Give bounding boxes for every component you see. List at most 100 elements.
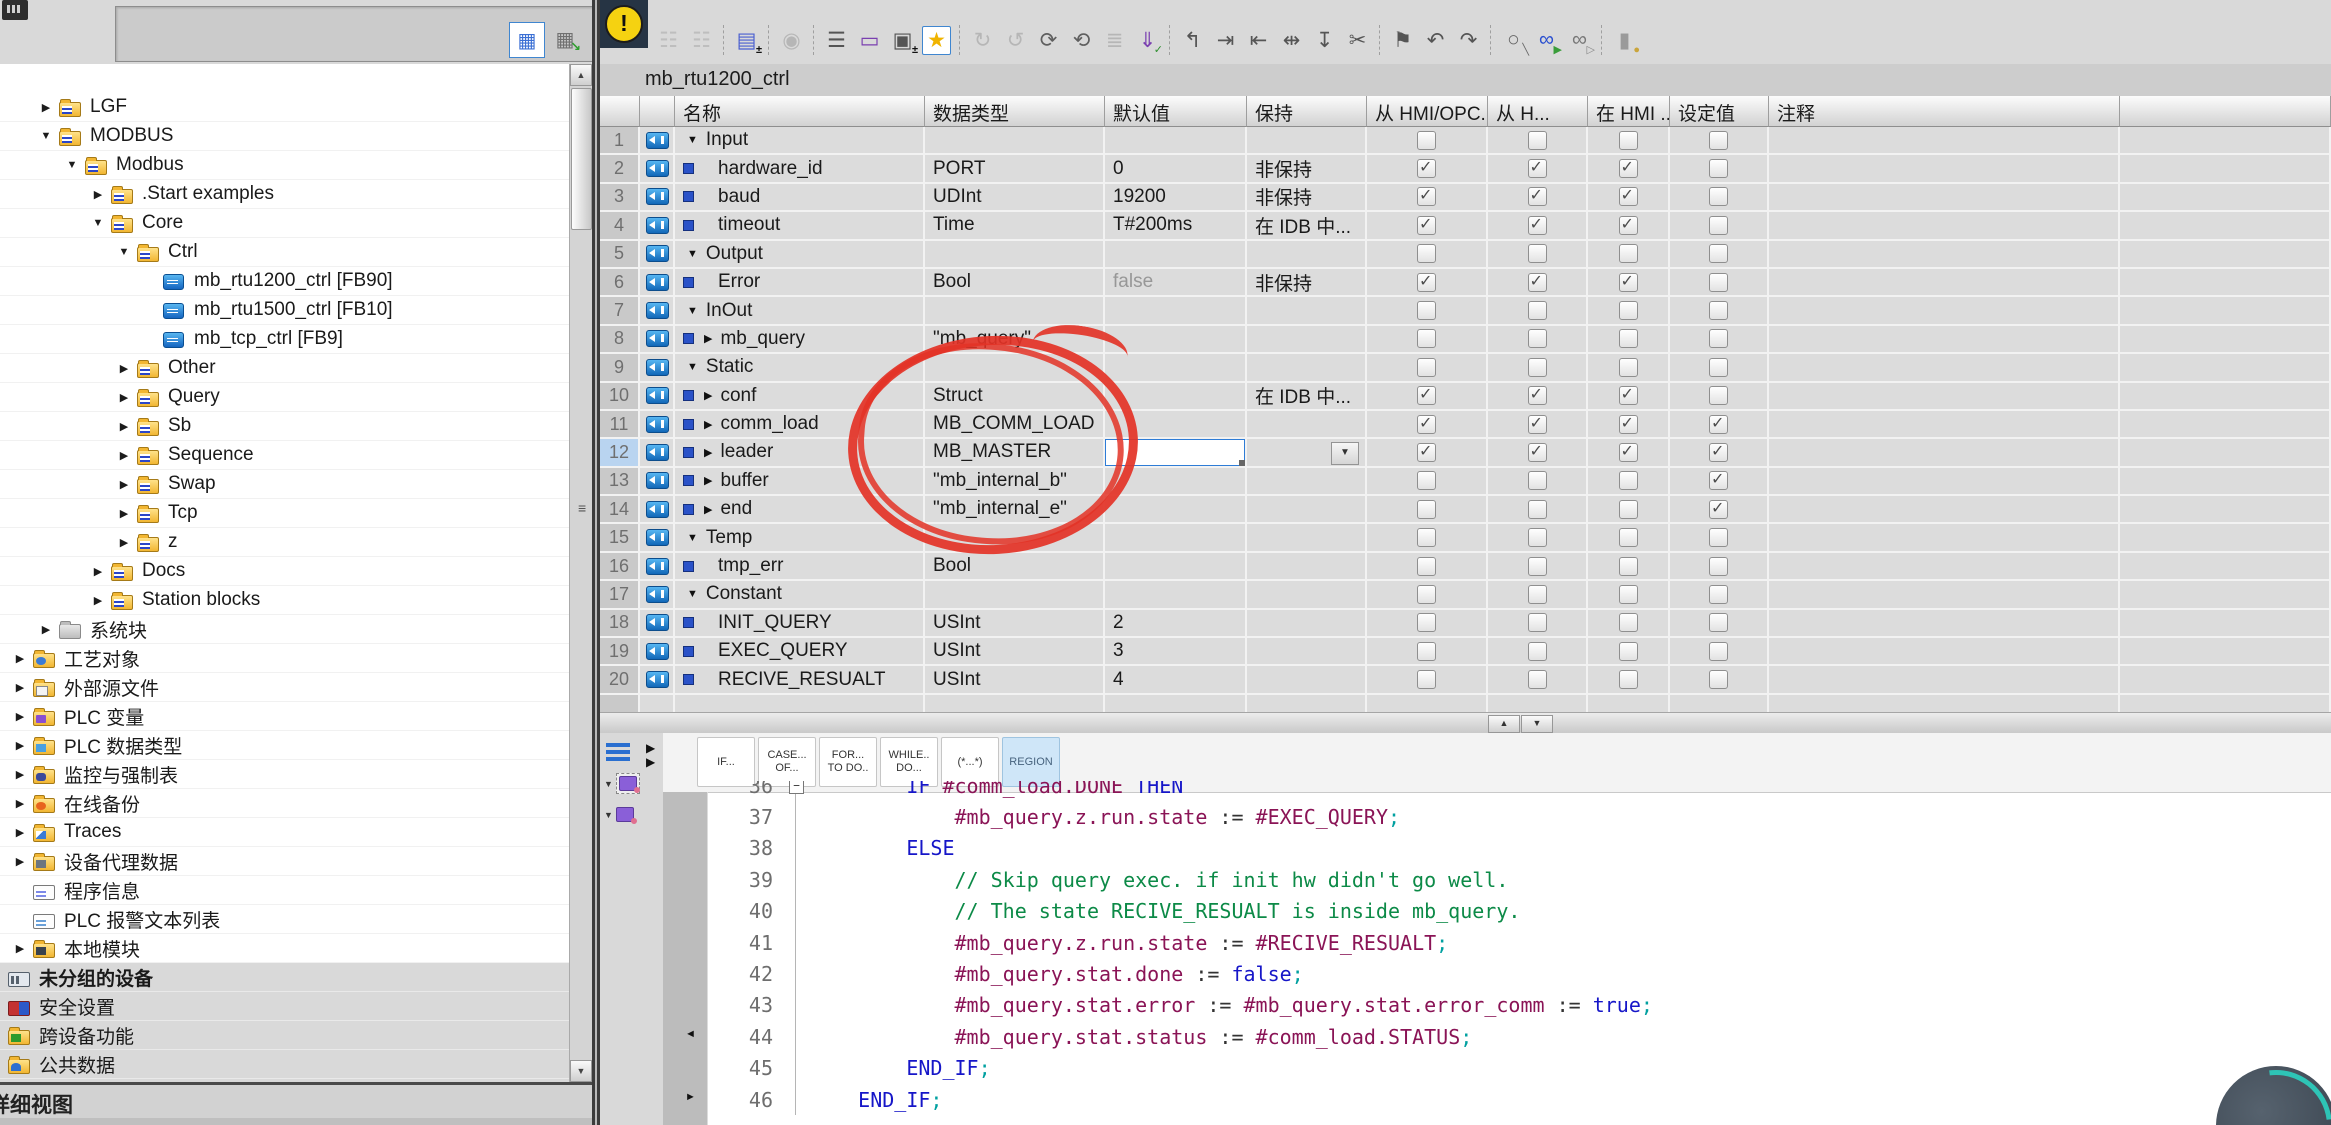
hmi-opc-checkbox[interactable]: [1417, 443, 1436, 462]
snapshot-icon[interactable]: ▣±: [889, 27, 916, 54]
chevron-collapsed-icon[interactable]: ▶: [92, 188, 104, 201]
comment-cell[interactable]: [1769, 354, 2120, 382]
from-hmi-checkbox[interactable]: [1528, 613, 1547, 632]
in-hmi-checkbox[interactable]: [1619, 329, 1638, 348]
retain-cell[interactable]: [1247, 638, 1367, 666]
code-line-36[interactable]: 36− IF #comm_load.DONE THEN: [707, 781, 2331, 801]
from-hmi-checkbox[interactable]: [1528, 159, 1547, 178]
comment-cell[interactable]: [1769, 184, 2120, 212]
add-tag-icon[interactable]: ▭: [856, 27, 883, 54]
hmi-opc-checkbox[interactable]: [1417, 670, 1436, 689]
table-row-baud[interactable]: 3baudUDInt19200非保持: [600, 184, 2331, 212]
default-value-cell[interactable]: 19200: [1105, 184, 1247, 212]
comment-cell[interactable]: [1769, 127, 2120, 155]
name-cell[interactable]: ▶comm_load: [675, 411, 925, 439]
data-type-cell[interactable]: "mb_internal_b": [925, 468, 1105, 496]
default-value-cell[interactable]: 2: [1105, 610, 1247, 638]
comment-cell[interactable]: [1769, 468, 2120, 496]
tree-item-sb[interactable]: ▶Sb: [0, 412, 570, 441]
retain-cell[interactable]: 在 IDB 中...: [1247, 212, 1367, 240]
tree-item-设备代理数据[interactable]: ▶设备代理数据: [0, 847, 570, 876]
retain-cell[interactable]: ▼: [1247, 439, 1367, 467]
bookmark-icon[interactable]: ⚑: [1389, 27, 1416, 54]
from-hmi-checkbox[interactable]: [1528, 443, 1547, 462]
table-row-tmp_err[interactable]: 16tmp_errBool: [600, 553, 2331, 581]
monitor-on-icon[interactable]: ∞▶: [1533, 27, 1560, 54]
tree-item-mb_rtu1200_ctrl-fb90-[interactable]: mb_rtu1200_ctrl [FB90]: [0, 267, 570, 296]
retain-cell[interactable]: 在 IDB 中...: [1247, 383, 1367, 411]
column-header-acc_from_h[interactable]: 从 H...: [1488, 96, 1588, 127]
in-hmi-checkbox[interactable]: [1619, 216, 1638, 235]
retain-cell[interactable]: [1247, 354, 1367, 382]
retain-cell[interactable]: [1247, 581, 1367, 609]
from-hmi-checkbox[interactable]: [1528, 216, 1547, 235]
collapse-down-button[interactable]: ▼: [1521, 715, 1553, 733]
table-row-conf[interactable]: 10▶confStruct在 IDB 中...: [600, 383, 2331, 411]
chevron-collapsed-icon[interactable]: ▶: [40, 623, 52, 636]
code-area[interactable]: 36− IF #comm_load.DONE THEN37 #mb_query.…: [707, 781, 2331, 1125]
in-hmi-checkbox[interactable]: [1619, 386, 1638, 405]
in-hmi-checkbox[interactable]: [1619, 528, 1638, 547]
detail-view-bar[interactable]: 详细视图: [0, 1085, 592, 1118]
setpoint-checkbox[interactable]: [1709, 358, 1728, 377]
from-hmi-checkbox[interactable]: [1528, 386, 1547, 405]
retain-cell[interactable]: [1247, 496, 1367, 524]
in-hmi-checkbox[interactable]: [1619, 358, 1638, 377]
table-row-temp[interactable]: 15▼Temp: [600, 524, 2331, 552]
revert-icon[interactable]: ↺: [1002, 27, 1029, 54]
check-consistency-icon[interactable]: ⇓✓: [1134, 27, 1161, 54]
name-cell[interactable]: hardware_id: [675, 155, 925, 183]
absolute-operands-icon[interactable]: ↧: [1311, 27, 1338, 54]
snippet-button-region[interactable]: REGION: [1002, 737, 1060, 787]
name-cell[interactable]: ▶conf: [675, 383, 925, 411]
table-row-comm_load[interactable]: 11▶comm_loadMB_COMM_LOAD: [600, 411, 2331, 439]
tree-item-工艺对象[interactable]: ▶工艺对象: [0, 644, 570, 673]
tree-item-本地模块[interactable]: ▶本地模块: [0, 934, 570, 963]
setpoint-checkbox[interactable]: [1709, 131, 1728, 150]
from-hmi-checkbox[interactable]: [1528, 528, 1547, 547]
chevron-collapsed-icon[interactable]: ▶: [118, 420, 130, 433]
setpoint-checkbox[interactable]: [1709, 500, 1728, 519]
tree-item-plc-变量[interactable]: ▶PLC 变量: [0, 702, 570, 731]
setpoint-checkbox[interactable]: [1709, 159, 1728, 178]
table-row-recive_resualt[interactable]: 20RECIVE_RESUALTUSInt4: [600, 666, 2331, 694]
table-row-init_query[interactable]: 18INIT_QUERYUSInt2: [600, 610, 2331, 638]
from-hmi-checkbox[interactable]: [1528, 642, 1547, 661]
code-line-37[interactable]: 37 #mb_query.z.run.state := #EXEC_QUERY;: [707, 801, 2331, 832]
indent-icon[interactable]: ⇥: [1212, 27, 1239, 54]
chevron-expanded-icon[interactable]: ▼: [92, 217, 104, 229]
from-hmi-checkbox[interactable]: [1528, 329, 1547, 348]
column-header-default[interactable]: 默认值: [1105, 96, 1247, 127]
data-type-cell[interactable]: USInt: [925, 610, 1105, 638]
column-header-setpoint[interactable]: 设定值: [1670, 96, 1769, 127]
expand-members-icon[interactable]: ☰: [823, 27, 850, 54]
retain-cell[interactable]: [1247, 411, 1367, 439]
hmi-opc-checkbox[interactable]: [1417, 329, 1436, 348]
hmi-opc-checkbox[interactable]: [1417, 244, 1436, 263]
snippet-button-[interactable]: (*...*): [941, 737, 999, 787]
setpoint-checkbox[interactable]: [1709, 216, 1728, 235]
default-value-cell[interactable]: [1105, 553, 1247, 581]
hmi-opc-checkbox[interactable]: [1417, 642, 1436, 661]
code-line-40[interactable]: 40 // The state RECIVE_RESUALT is inside…: [707, 896, 2331, 927]
tree-item-station-blocks[interactable]: ▶Station blocks: [0, 586, 570, 615]
snippet-button-for[interactable]: FOR...TO DO..: [819, 737, 877, 787]
setpoint-checkbox[interactable]: [1709, 471, 1728, 490]
chevron-collapsed-icon[interactable]: ▶: [14, 652, 26, 665]
table-row-hardware_id[interactable]: 2hardware_idPORT0非保持: [600, 155, 2331, 183]
column-header-extra[interactable]: [2120, 96, 2331, 127]
chevron-collapsed-icon[interactable]: ▶: [118, 449, 130, 462]
code-line-42[interactable]: 42 #mb_query.stat.done := false;: [707, 958, 2331, 989]
code-line-43[interactable]: 43 #mb_query.stat.error := #mb_query.sta…: [707, 990, 2331, 1021]
comment-cell[interactable]: [1769, 326, 2120, 354]
setpoint-checkbox[interactable]: [1709, 301, 1728, 320]
retain-cell[interactable]: [1247, 326, 1367, 354]
tree-item-跨设备功能[interactable]: 跨设备功能: [0, 1021, 570, 1050]
from-hmi-checkbox[interactable]: [1528, 471, 1547, 490]
table-row-inout[interactable]: 7▼InOut: [600, 297, 2331, 325]
retain-cell[interactable]: [1247, 524, 1367, 552]
data-type-cell[interactable]: MB_MASTER: [925, 439, 1105, 467]
name-cell[interactable]: EXEC_QUERY: [675, 638, 925, 666]
hmi-opc-checkbox[interactable]: [1417, 613, 1436, 632]
column-header-icon[interactable]: [640, 96, 675, 127]
